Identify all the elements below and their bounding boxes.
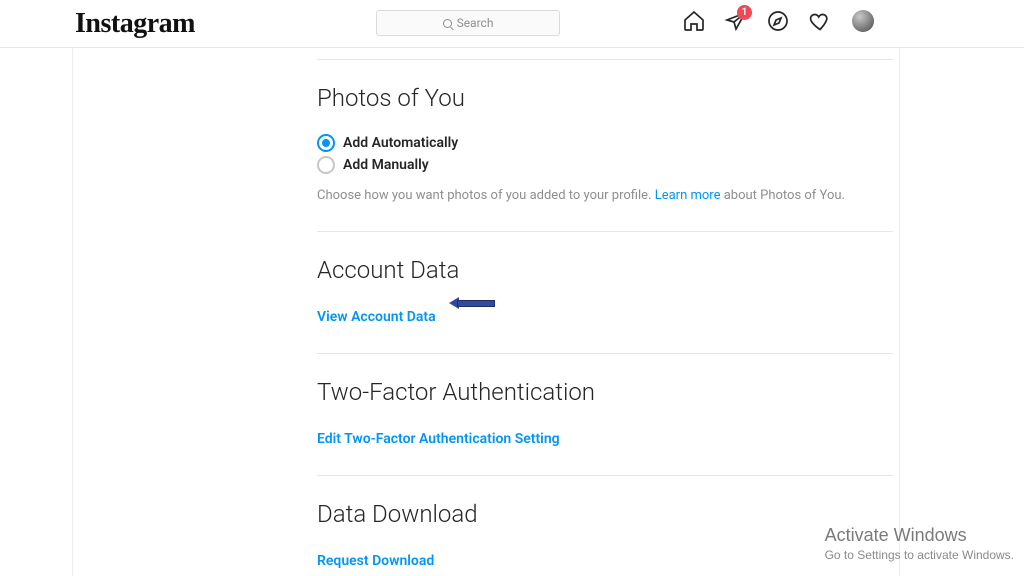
- top-nav: Instagram Search 1: [0, 0, 1024, 48]
- radio-label: Add Automatically: [343, 135, 458, 151]
- section-two-factor: Two-Factor Authentication Edit Two-Facto…: [317, 354, 893, 475]
- radio-label: Add Manually: [343, 157, 429, 173]
- help-text-pre: Choose how you want photos of you added …: [317, 188, 655, 203]
- section-photos-of-you: Photos of You Add Automatically Add Manu…: [317, 60, 893, 231]
- help-text-post: about Photos of You.: [720, 188, 844, 203]
- explore-icon[interactable]: [766, 9, 790, 33]
- learn-more-link[interactable]: Learn more: [655, 188, 721, 203]
- search-placeholder: Search: [457, 16, 494, 30]
- request-download-link[interactable]: Request Download: [317, 553, 434, 569]
- account-data-title: Account Data: [317, 256, 893, 284]
- view-account-data-link[interactable]: View Account Data: [317, 309, 436, 325]
- section-data-download: Data Download Request Download: [317, 476, 893, 576]
- settings-sidebar: [73, 48, 311, 576]
- profile-avatar[interactable]: [852, 10, 874, 32]
- instagram-logo[interactable]: Instagram: [75, 8, 195, 40]
- section-account-data: Account Data View Account Data: [317, 232, 893, 353]
- settings-panel: Photos of You Add Automatically Add Manu…: [72, 48, 900, 576]
- settings-content: Photos of You Add Automatically Add Manu…: [311, 48, 899, 576]
- home-icon[interactable]: [682, 9, 706, 33]
- radio-add-automatically[interactable]: Add Automatically: [317, 134, 893, 152]
- edit-two-factor-link[interactable]: Edit Two-Factor Authentication Setting: [317, 431, 560, 447]
- nav-icon-group: 1: [682, 9, 874, 33]
- inbox-badge: 1: [737, 5, 752, 20]
- photos-of-you-help: Choose how you want photos of you added …: [317, 188, 893, 203]
- radio-add-manually[interactable]: Add Manually: [317, 156, 893, 174]
- annotation-arrow-icon: [449, 297, 495, 310]
- prev-section-divider: [317, 48, 893, 60]
- page-body: Photos of You Add Automatically Add Manu…: [0, 48, 1024, 576]
- radio-on-icon: [317, 134, 335, 152]
- search-icon: [443, 19, 452, 28]
- data-download-title: Data Download: [317, 500, 893, 528]
- activity-heart-icon[interactable]: [808, 9, 832, 33]
- photos-of-you-title: Photos of You: [317, 84, 893, 112]
- radio-off-icon: [317, 156, 335, 174]
- search-input[interactable]: Search: [376, 10, 560, 36]
- two-factor-title: Two-Factor Authentication: [317, 378, 893, 406]
- direct-messages-icon[interactable]: 1: [724, 9, 748, 33]
